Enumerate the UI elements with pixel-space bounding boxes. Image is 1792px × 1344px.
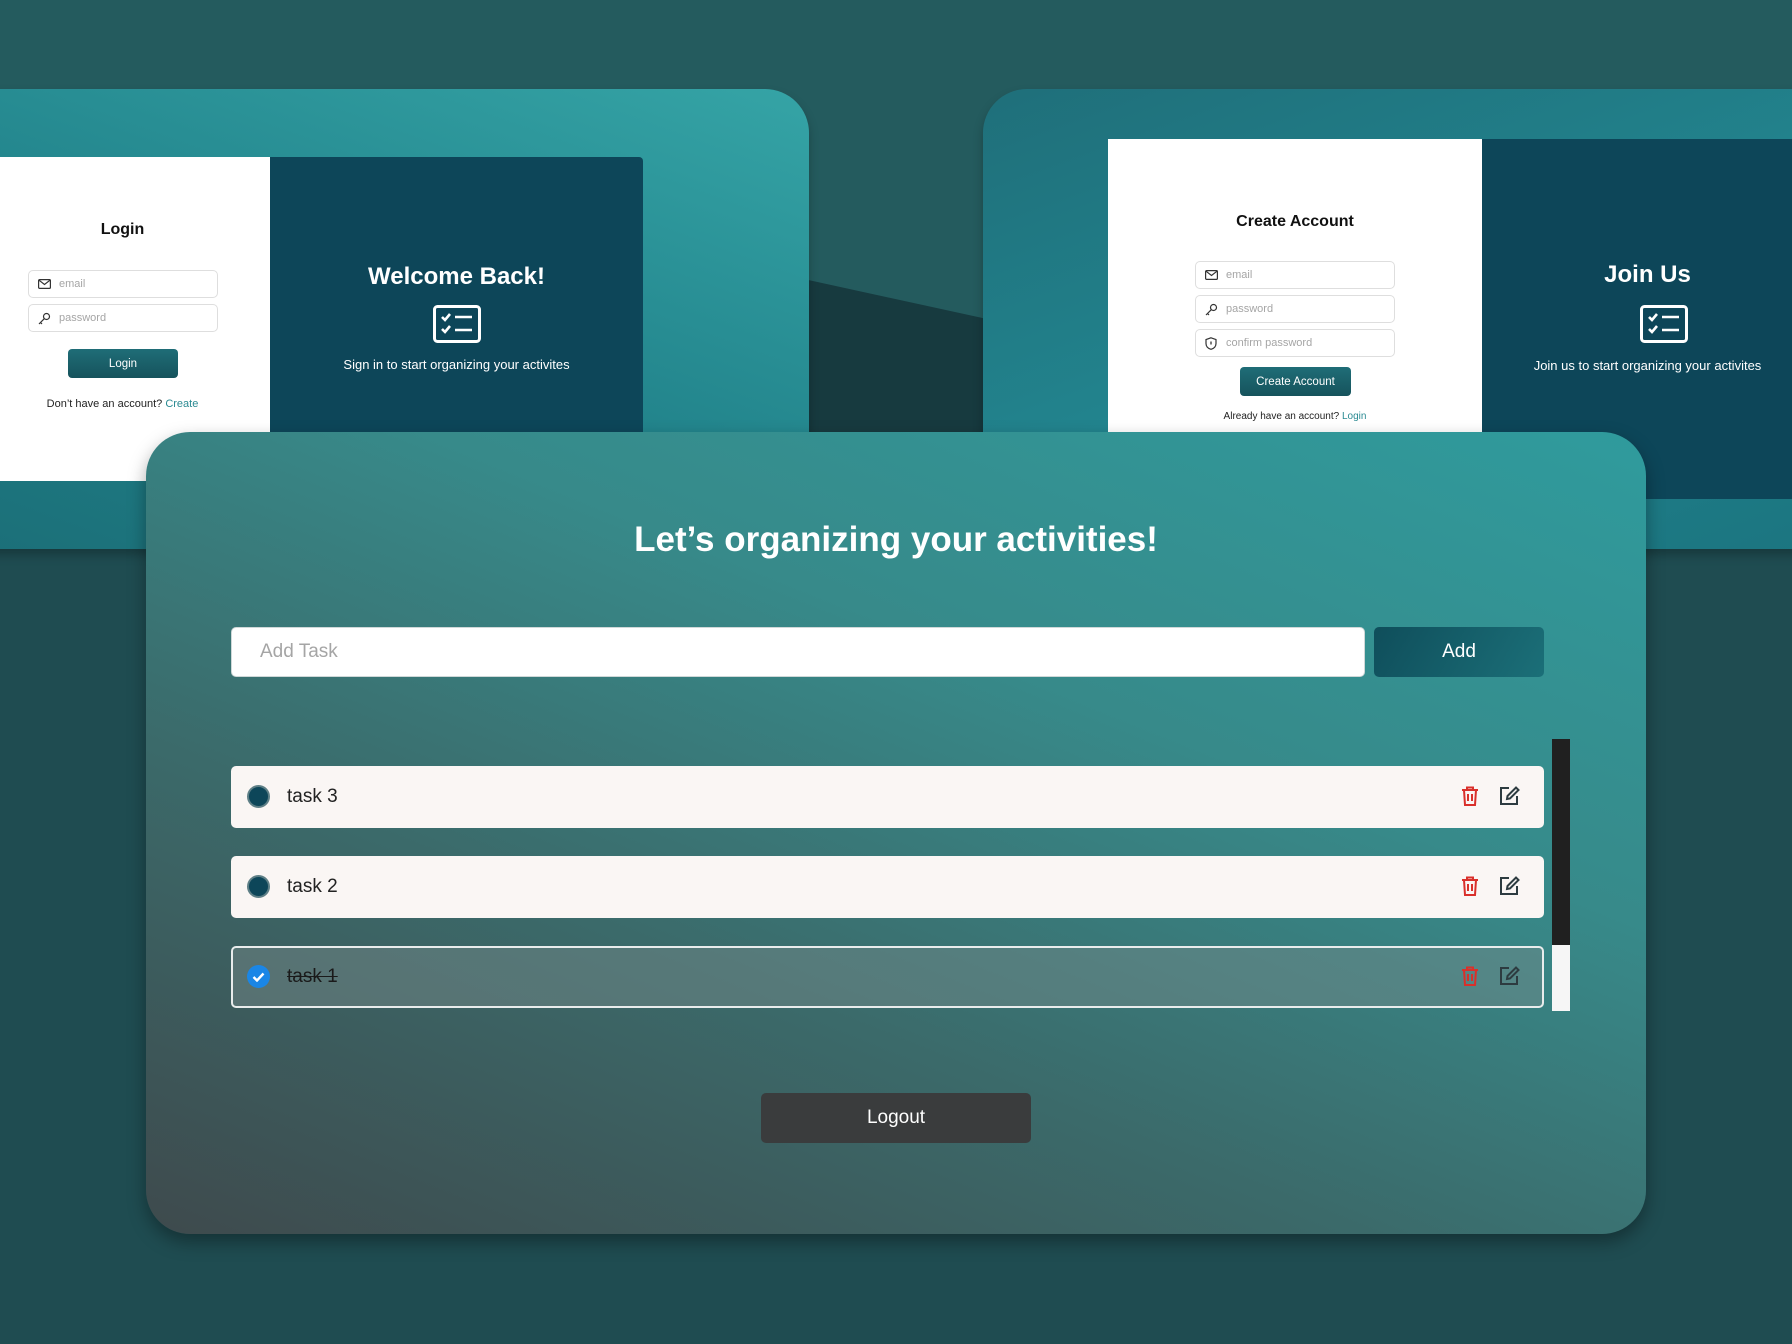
todo-card: Let’s organizing your activities! Add ta… bbox=[146, 432, 1646, 1234]
create-email-field[interactable]: email bbox=[1195, 261, 1395, 289]
trash-icon[interactable] bbox=[1460, 785, 1480, 807]
edit-icon[interactable] bbox=[1498, 785, 1520, 807]
login-email-placeholder: email bbox=[59, 278, 86, 290]
task-checkbox[interactable] bbox=[247, 785, 270, 808]
task-item: task 2 bbox=[231, 856, 1544, 918]
login-password-placeholder: password bbox=[59, 312, 107, 324]
login-button[interactable]: Login bbox=[68, 349, 178, 378]
login-email-field[interactable]: email bbox=[28, 270, 218, 298]
edit-icon[interactable] bbox=[1498, 875, 1520, 897]
checklist-icon bbox=[432, 305, 481, 343]
confirm-password-field[interactable]: confirm password bbox=[1195, 329, 1395, 357]
add-task-input[interactable] bbox=[231, 627, 1365, 677]
key-icon bbox=[29, 312, 59, 325]
checkmark-icon bbox=[252, 972, 265, 982]
confirm-password-placeholder: confirm password bbox=[1226, 337, 1313, 349]
key-icon bbox=[1196, 303, 1226, 316]
trash-icon[interactable] bbox=[1460, 875, 1480, 897]
edit-icon[interactable] bbox=[1498, 965, 1520, 987]
create-footer-text: Already have an account? bbox=[1223, 411, 1340, 422]
scrollbar-thumb[interactable] bbox=[1552, 739, 1570, 945]
create-footer: Already have an account? Login bbox=[1108, 411, 1482, 422]
create-email-placeholder: email bbox=[1226, 269, 1253, 281]
login-title: Login bbox=[100, 221, 145, 238]
task-item: task 3 bbox=[231, 766, 1544, 828]
create-account-card: Create Account email password confirm pa… bbox=[1108, 139, 1482, 439]
task-label: task 1 bbox=[287, 966, 338, 987]
login-password-field[interactable]: password bbox=[28, 304, 218, 332]
create-link[interactable]: Create bbox=[165, 398, 198, 410]
create-account-button[interactable]: Create Account bbox=[1240, 367, 1351, 396]
todo-title: Let’s organizing your activities! bbox=[634, 520, 1158, 559]
mail-icon bbox=[1196, 270, 1226, 280]
login-footer-text: Don’t have an account? bbox=[46, 398, 163, 410]
login-footer: Don’t have an account? Create bbox=[0, 398, 245, 410]
task-item-completed: task 1 bbox=[231, 946, 1544, 1008]
shield-icon bbox=[1196, 336, 1226, 350]
task-label: task 2 bbox=[287, 876, 338, 897]
checklist-icon bbox=[1640, 305, 1688, 343]
task-checkbox[interactable] bbox=[247, 875, 270, 898]
create-password-field[interactable]: password bbox=[1195, 295, 1395, 323]
task-label: task 3 bbox=[287, 786, 338, 807]
welcome-title: Welcome Back! bbox=[368, 263, 545, 290]
mail-icon bbox=[29, 279, 59, 289]
create-account-title: Create Account bbox=[1236, 213, 1354, 230]
task-list-scrollbar[interactable] bbox=[1552, 739, 1570, 1011]
trash-icon[interactable] bbox=[1460, 965, 1480, 987]
logout-button[interactable]: Logout bbox=[761, 1093, 1031, 1143]
login-link[interactable]: Login bbox=[1342, 411, 1366, 422]
welcome-subtitle: Sign in to start organizing your activit… bbox=[343, 357, 570, 372]
add-task-button[interactable]: Add bbox=[1374, 627, 1544, 677]
task-checkbox-checked[interactable] bbox=[247, 965, 270, 988]
create-password-placeholder: password bbox=[1226, 303, 1274, 315]
join-subtitle: Join us to start organizing your activit… bbox=[1533, 358, 1762, 373]
join-title: Join Us bbox=[1604, 261, 1691, 288]
